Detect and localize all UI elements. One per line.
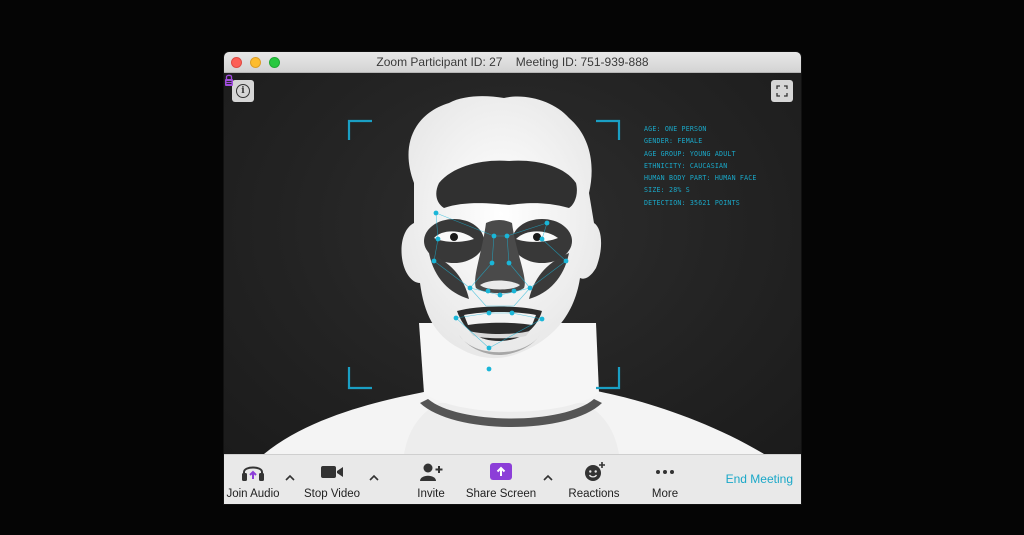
window-title: Zoom Participant ID: 27 Meeting ID: 751-… xyxy=(376,55,649,69)
video-camera-icon xyxy=(321,466,343,478)
more-button[interactable]: More xyxy=(645,455,685,504)
reactions-label: Reactions xyxy=(568,488,620,500)
invite-button[interactable]: Invite xyxy=(411,455,451,504)
overlay-line: GENDER: FEMALE xyxy=(644,137,703,146)
title-bar: Zoom Participant ID: 27 Meeting ID: 751-… xyxy=(224,52,801,73)
stop-video-button[interactable]: Stop Video xyxy=(302,455,362,504)
fullscreen-button[interactable] xyxy=(771,80,793,102)
meeting-info-button[interactable]: i xyxy=(232,80,254,102)
participant-video: i AGE: ONE PERSON GENDER: FEMALE AGE GRO… xyxy=(224,73,801,454)
overlay-line: HUMAN BODY PART: HUMAN FACE xyxy=(644,174,757,183)
share-screen-label: Share Screen xyxy=(465,488,537,500)
detection-info-text: AGE: ONE PERSON GENDER: FEMALE AGE GROUP… xyxy=(644,123,794,209)
more-label: More xyxy=(651,488,679,500)
reactions-button[interactable]: Reactions xyxy=(566,455,622,504)
stop-video-label: Stop Video xyxy=(303,488,361,500)
headphones-icon xyxy=(242,466,264,481)
add-reaction-icon xyxy=(585,462,605,481)
overlay-line: ETHNICITY: CAUCASIAN xyxy=(644,161,728,170)
zoom-window: Zoom Participant ID: 27 Meeting ID: 751-… xyxy=(224,52,801,504)
meeting-toolbar: Join Audio Stop Video Invite Share Scree… xyxy=(224,454,801,504)
overlay-line: AGE GROUP: YOUNG ADULT xyxy=(644,149,736,158)
more-dots-icon xyxy=(656,470,674,474)
add-person-icon xyxy=(420,463,443,481)
end-meeting-button[interactable]: End Meeting xyxy=(726,472,793,486)
audio-options-chevron-up-icon[interactable] xyxy=(284,473,296,483)
overlay-line: SIZE: 28% S xyxy=(644,186,690,195)
share-screen-icon xyxy=(490,463,512,480)
info-icon: i xyxy=(236,84,250,98)
join-audio-label: Join Audio xyxy=(226,488,280,500)
share-options-chevron-up-icon[interactable] xyxy=(542,473,554,483)
overlay-line: AGE: ONE PERSON xyxy=(644,125,707,133)
fullscreen-icon xyxy=(776,85,788,97)
overlay-line: DETECTION: 35621 POINTS xyxy=(644,198,740,207)
video-options-chevron-up-icon[interactable] xyxy=(368,473,380,483)
lock-icon[interactable] xyxy=(224,73,234,87)
join-audio-button[interactable]: Join Audio xyxy=(224,455,282,504)
invite-label: Invite xyxy=(417,488,445,500)
share-screen-button[interactable]: Share Screen xyxy=(465,455,537,504)
